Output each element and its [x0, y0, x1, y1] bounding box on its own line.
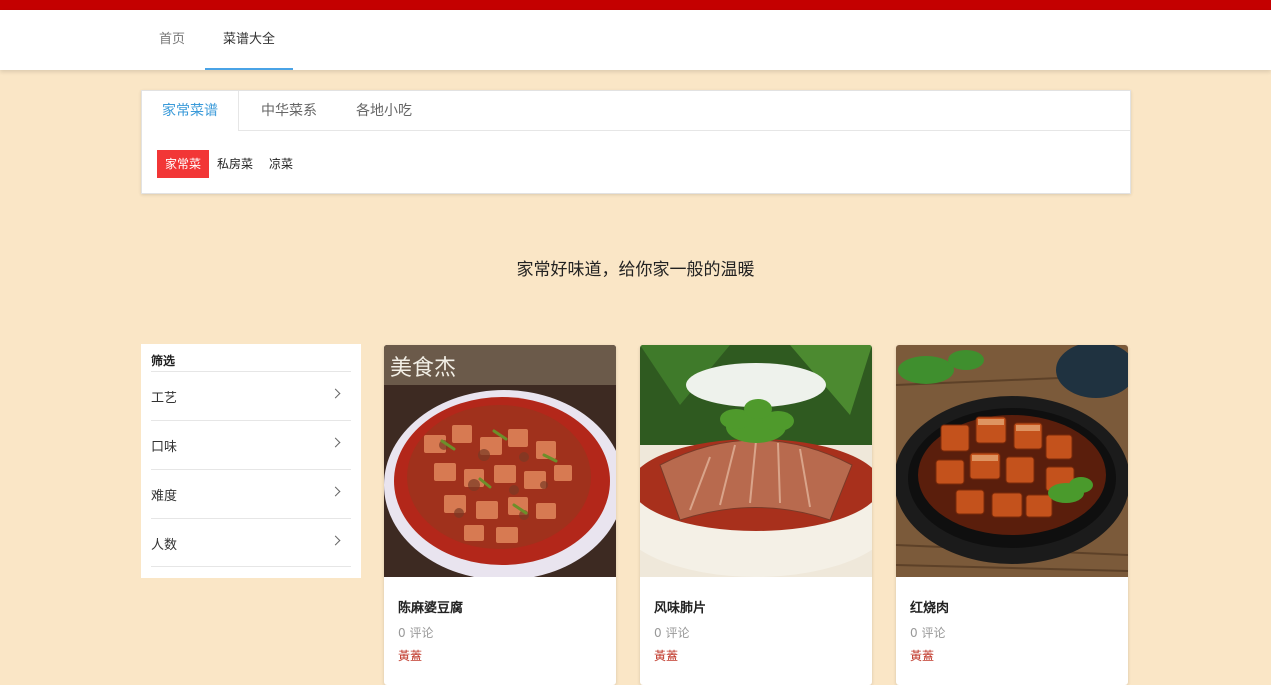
recipe-image-braised-pork[interactable] — [896, 345, 1128, 577]
recipe-author[interactable]: 黃蓋 — [654, 647, 678, 664]
comment-count: 0 评论 — [398, 626, 434, 640]
chevron-right-icon — [330, 437, 341, 448]
chevron-right-icon — [330, 486, 341, 497]
filter-label: 工艺 — [151, 391, 178, 406]
filter-label: 人数 — [151, 538, 178, 553]
slogan: 家常好味道，给你家一般的温暖 — [516, 260, 755, 280]
recipe-title[interactable]: 风味肺片 — [654, 597, 706, 616]
recipe-image-fuqi-feipian[interactable] — [640, 345, 872, 577]
subtag-private-dishes[interactable]: 私房菜 — [212, 150, 258, 178]
filter-label: 口味 — [151, 440, 178, 455]
tab-local-snacks[interactable]: 各地小吃 — [338, 91, 430, 130]
filter-row-servings[interactable]: 人数 — [151, 518, 351, 567]
chevron-right-icon — [330, 535, 341, 546]
recipe-card[interactable]: 风味肺片 0 评论 黃蓋 — [640, 345, 872, 685]
recipe-title[interactable]: 红烧肉 — [910, 597, 949, 616]
chevron-right-icon — [330, 388, 341, 399]
subtag-cold-dishes[interactable]: 凉菜 — [264, 150, 298, 178]
filter-title: 筛选 — [151, 354, 176, 368]
recipe-card[interactable]: 红烧肉 0 评论 黃蓋 — [896, 345, 1128, 685]
recipe-author[interactable]: 黃蓋 — [398, 647, 422, 664]
recipe-card[interactable]: 美食杰 陈麻婆豆腐 0 评论 黃蓋 — [384, 345, 616, 685]
filter-row-difficulty[interactable]: 难度 — [151, 469, 351, 518]
comment-count: 0 评论 — [654, 626, 690, 640]
tab-home-recipes[interactable]: 家常菜谱 — [142, 91, 239, 131]
top-navbar: 首页 菜谱大全 — [0, 10, 1271, 70]
tab-header: 家常菜谱 中华菜系 各地小吃 — [142, 91, 1130, 131]
filter-row-taste[interactable]: 口味 — [151, 420, 351, 469]
recipe-image-mapo-tofu[interactable]: 美食杰 — [384, 345, 616, 577]
nav-home-link[interactable]: 首页 — [140, 10, 204, 70]
watermark-logo: 美食杰 — [390, 356, 456, 381]
nav-recipes-link[interactable]: 菜谱大全 — [205, 10, 293, 70]
category-tabs-panel: 家常菜谱 中华菜系 各地小吃 家常菜 私房菜 凉菜 — [141, 90, 1131, 194]
recipe-title[interactable]: 陈麻婆豆腐 — [398, 597, 463, 616]
recipe-author[interactable]: 黃蓋 — [910, 647, 934, 664]
top-accent-strip — [0, 0, 1271, 10]
subtag-home-dishes[interactable]: 家常菜 — [157, 150, 209, 178]
filter-row-technique[interactable]: 工艺 — [151, 371, 351, 420]
tab-chinese-cuisine[interactable]: 中华菜系 — [241, 91, 337, 130]
comment-count: 0 评论 — [910, 626, 946, 640]
filter-label: 难度 — [151, 489, 178, 504]
filter-panel: 筛选 工艺 口味 难度 人数 — [141, 344, 361, 578]
